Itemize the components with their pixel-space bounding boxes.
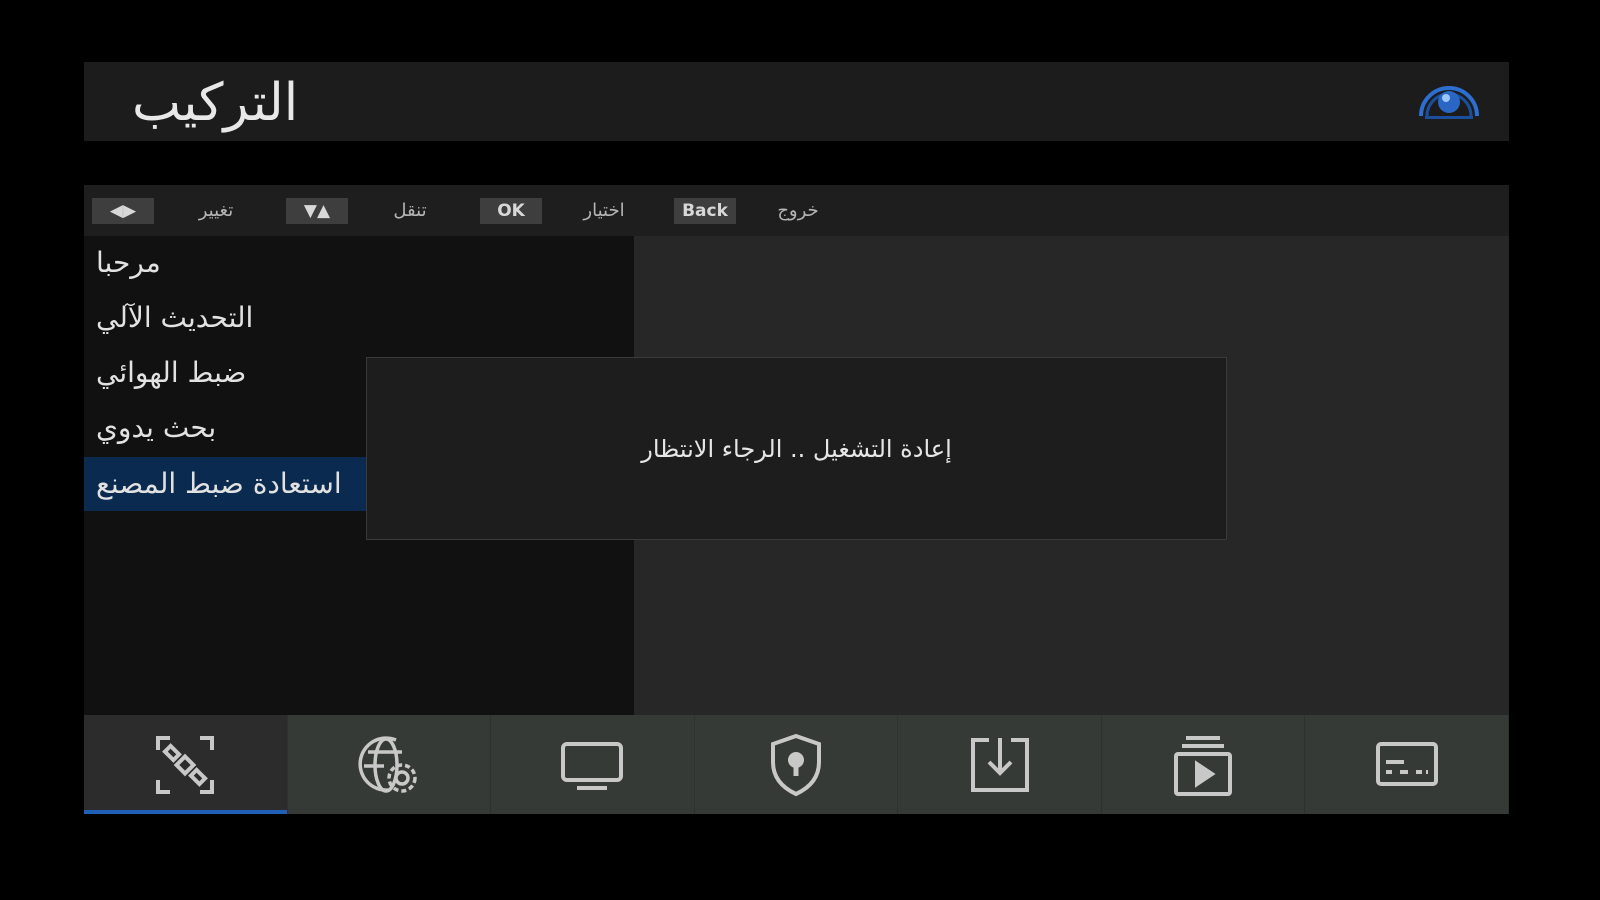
tab-software-update[interactable] bbox=[898, 715, 1102, 814]
tab-network[interactable] bbox=[288, 715, 492, 814]
bottom-tab-bar bbox=[84, 715, 1509, 814]
page-title: التركيب bbox=[132, 73, 299, 133]
menu-item-welcome[interactable]: مرحبا bbox=[84, 236, 634, 290]
subtitles-icon bbox=[1375, 741, 1438, 786]
tv-icon bbox=[561, 741, 624, 790]
tab-subtitles[interactable] bbox=[1305, 715, 1509, 814]
network-settings-icon bbox=[358, 735, 417, 793]
menu-item-label: استعادة ضبط المصنع bbox=[96, 467, 342, 500]
download-icon bbox=[970, 737, 1029, 792]
media-player-icon bbox=[1174, 735, 1233, 796]
menu-item-auto-update[interactable]: التحديث الآلي bbox=[84, 291, 634, 345]
ok-key: OK bbox=[480, 197, 542, 224]
parental-lock-icon bbox=[770, 733, 821, 796]
change-label: تغيير bbox=[198, 200, 234, 221]
brand-logo-icon bbox=[1419, 86, 1479, 119]
left-right-key: ◀▶ bbox=[92, 197, 154, 224]
navigate-label: تنقل bbox=[393, 200, 427, 221]
menu-item-label: بحث يدوي bbox=[96, 411, 217, 444]
dialog-message: إعادة التشغيل .. الرجاء الانتظار bbox=[641, 434, 952, 463]
screen: التركيب ◀▶ تغيير ▼▲ تنقل OK اختيار Back … bbox=[0, 0, 1600, 900]
up-down-key: ▼▲ bbox=[286, 197, 348, 224]
tab-display[interactable] bbox=[491, 715, 695, 814]
menu-item-label: التحديث الآلي bbox=[96, 301, 254, 334]
tab-media[interactable] bbox=[1102, 715, 1306, 814]
menu-item-label: ضبط الهوائي bbox=[96, 356, 247, 389]
select-label: اختيار bbox=[583, 200, 625, 221]
tab-installation[interactable] bbox=[84, 715, 288, 814]
back-key: Back bbox=[674, 197, 736, 224]
header-bar: التركيب bbox=[84, 62, 1509, 141]
menu-item-label: مرحبا bbox=[96, 246, 161, 279]
restart-dialog: إعادة التشغيل .. الرجاء الانتظار bbox=[366, 357, 1227, 540]
key-help-bar: ◀▶ تغيير ▼▲ تنقل OK اختيار Back خروج bbox=[84, 185, 1509, 236]
tab-parental-control[interactable] bbox=[695, 715, 899, 814]
satellite-icon bbox=[156, 735, 215, 794]
exit-label: خروج bbox=[777, 200, 819, 221]
